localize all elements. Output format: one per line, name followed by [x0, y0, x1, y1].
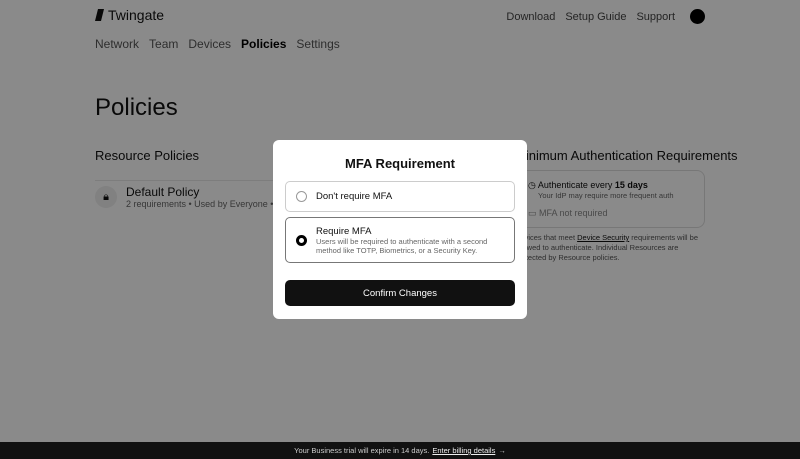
option-label: Require MFA: [316, 225, 372, 237]
trial-text: Your Business trial will expire in 14 da…: [294, 446, 430, 455]
arrow-right-icon: →: [498, 446, 506, 455]
confirm-changes-button[interactable]: Confirm Changes: [285, 280, 515, 306]
option-description: Users will be required to authenticate w…: [316, 236, 488, 255]
modal-title: MFA Requirement: [344, 156, 456, 171]
option-label: Don't require MFA: [316, 191, 393, 202]
radio-selected[interactable]: [296, 234, 307, 246]
billing-link[interactable]: Enter billing details: [432, 446, 495, 455]
radio-unselected[interactable]: [296, 191, 307, 202]
option-require-mfa[interactable]: Require MFA Users will be required to au…: [285, 217, 515, 263]
option-dont-require-mfa[interactable]: Don't require MFA: [285, 181, 515, 212]
trial-banner: Your Business trial will expire in 14 da…: [0, 442, 800, 459]
mfa-modal: MFA Requirement Don't require MFA Requir…: [273, 140, 527, 319]
